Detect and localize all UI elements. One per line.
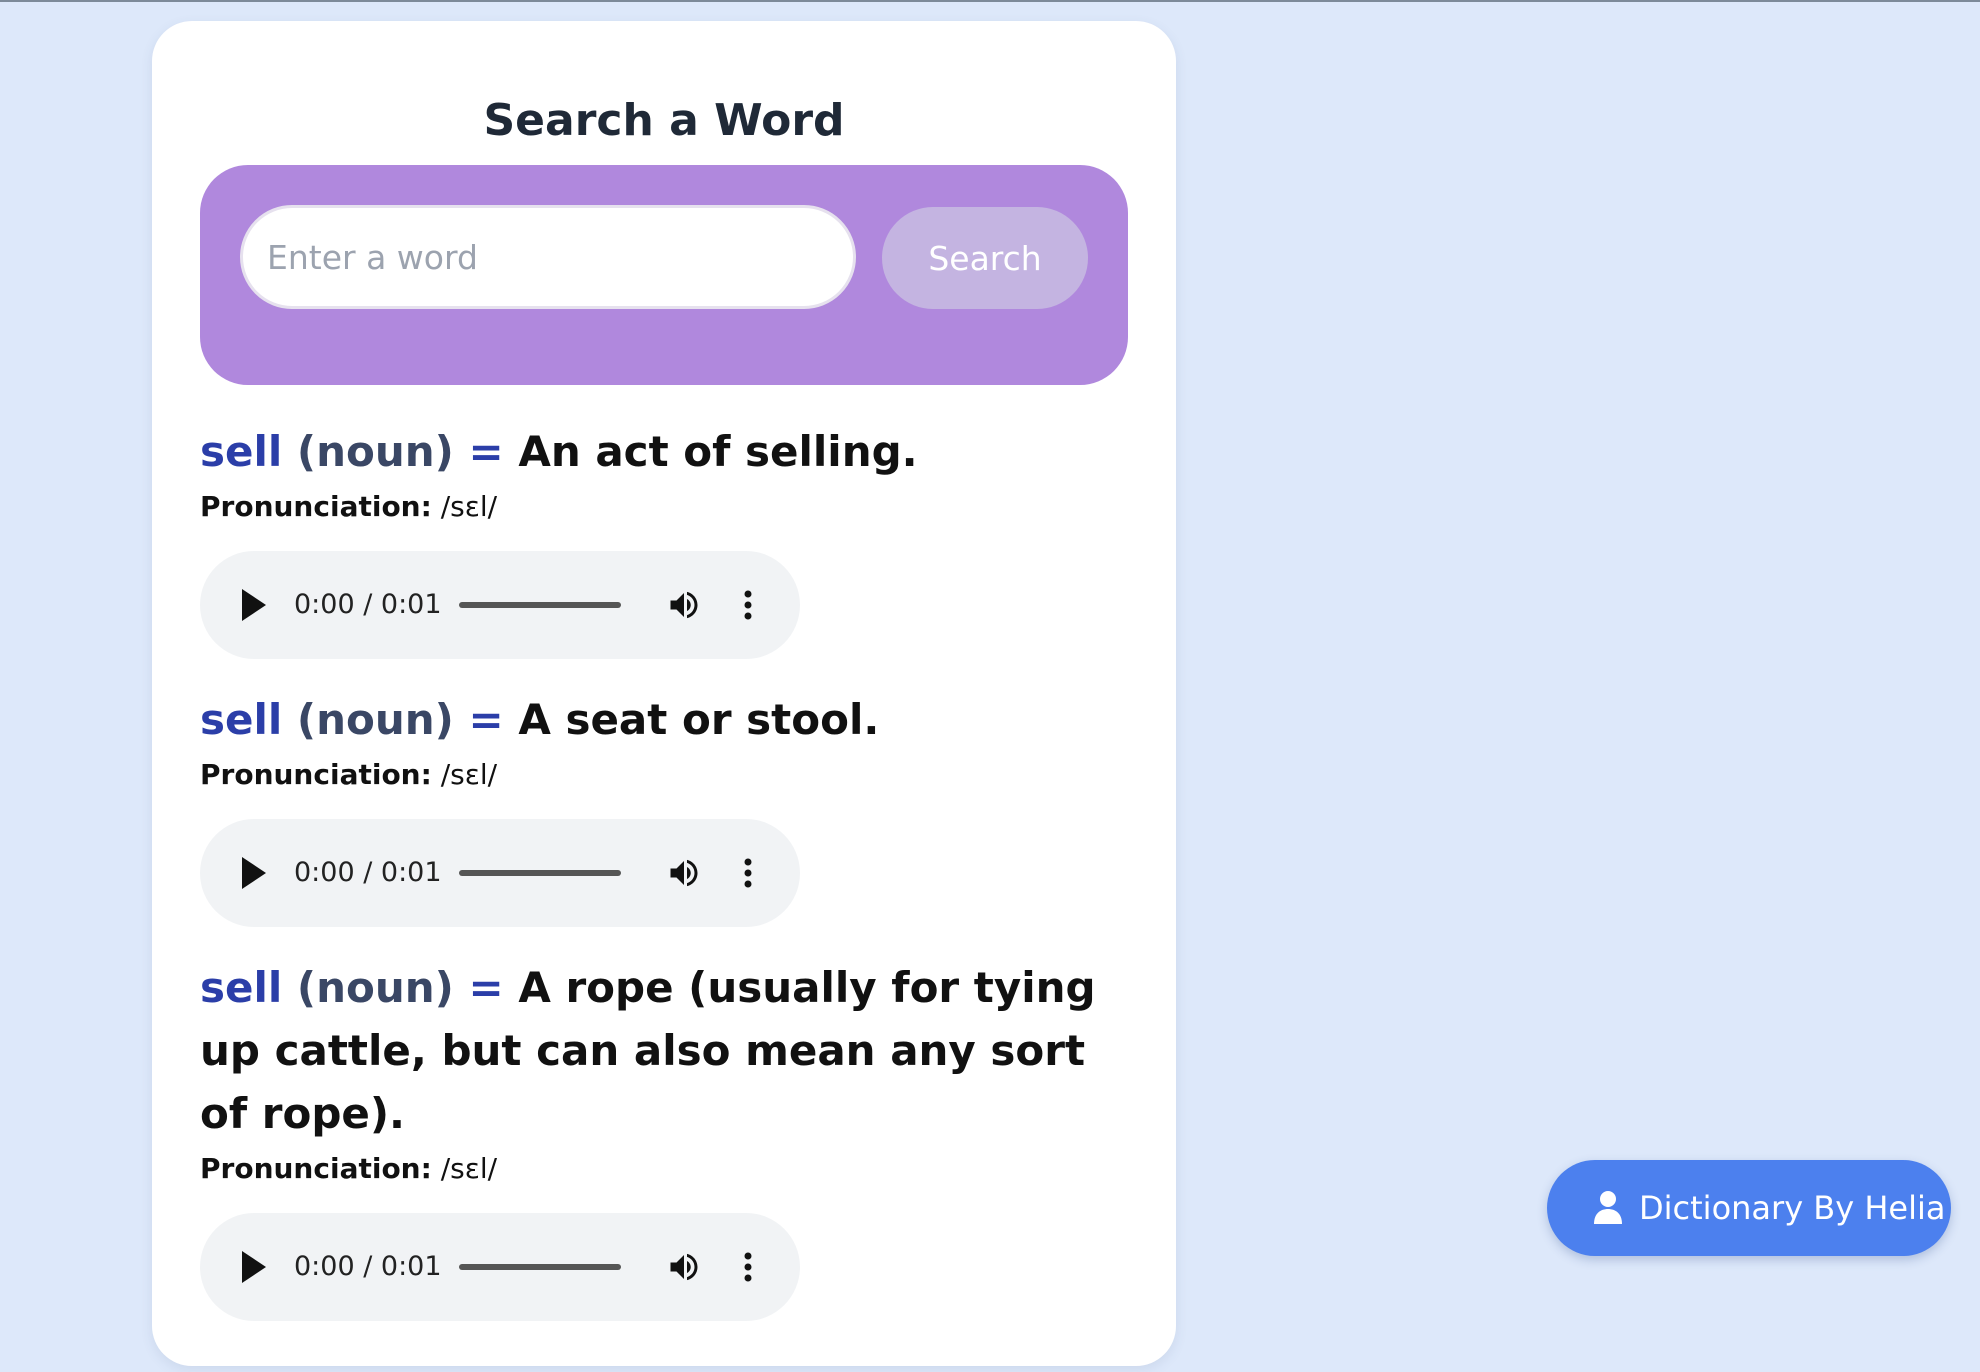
- definition-line: sell (noun) = A seat or stool.: [200, 688, 1100, 751]
- pronunciation-text: /sɛl/: [440, 1152, 498, 1185]
- audio-time: 0:00 / 0:01: [294, 1251, 442, 1282]
- audio-time: 0:00 / 0:01: [294, 857, 442, 888]
- pronunciation-label: Pronunciation:: [200, 1152, 432, 1185]
- badge-label: Dictionary By Helia: [1639, 1189, 1946, 1227]
- search-button[interactable]: Search: [882, 207, 1088, 309]
- result-entry: sell (noun) = A seat or stool. Pronuncia…: [200, 688, 1100, 927]
- pronunciation-label: Pronunciation:: [200, 758, 432, 791]
- result-entry: sell (noun) = A rope (usually for tying …: [200, 956, 1100, 1321]
- audio-progress-slider[interactable]: [459, 870, 621, 876]
- volume-icon[interactable]: [666, 587, 702, 623]
- definition-line: sell (noun) = A rope (usually for tying …: [200, 956, 1100, 1145]
- equals-sign: =: [468, 427, 504, 476]
- pronunciation-text: /sɛl/: [440, 490, 498, 523]
- pronunciation: Pronunciation: /sɛl/: [200, 487, 1100, 527]
- audio-progress-slider[interactable]: [459, 602, 621, 608]
- pronunciation-text: /sɛl/: [440, 758, 498, 791]
- volume-icon[interactable]: [666, 1249, 702, 1285]
- pronunciation-label: Pronunciation:: [200, 490, 432, 523]
- search-input[interactable]: [240, 205, 856, 309]
- result-word: sell: [200, 695, 283, 744]
- definition-text: A seat or stool.: [518, 695, 880, 744]
- audio-player: 0:00 / 0:01: [200, 1213, 800, 1321]
- dictionary-card: Search a Word Search sell (noun) = An ac…: [152, 21, 1176, 1366]
- result-entry: sell (noun) = An act of selling. Pronunc…: [200, 420, 1100, 659]
- play-icon[interactable]: [242, 589, 266, 621]
- audio-player: 0:00 / 0:01: [200, 551, 800, 659]
- equals-sign: =: [468, 963, 504, 1012]
- part-of-speech: (noun): [296, 963, 454, 1012]
- result-word: sell: [200, 427, 283, 476]
- page-title: Search a Word: [483, 95, 845, 146]
- more-vertical-icon[interactable]: [743, 855, 753, 891]
- part-of-speech: (noun): [296, 427, 454, 476]
- volume-icon[interactable]: [666, 855, 702, 891]
- audio-progress-slider[interactable]: [459, 1264, 621, 1270]
- play-icon[interactable]: [242, 1251, 266, 1283]
- pronunciation: Pronunciation: /sɛl/: [200, 755, 1100, 795]
- definition-line: sell (noun) = An act of selling.: [200, 420, 1100, 483]
- audio-player: 0:00 / 0:01: [200, 819, 800, 927]
- more-vertical-icon[interactable]: [743, 1249, 753, 1285]
- equals-sign: =: [468, 695, 504, 744]
- more-vertical-icon[interactable]: [743, 587, 753, 623]
- dictionary-by-helia-button[interactable]: Dictionary By Helia: [1547, 1160, 1951, 1256]
- search-panel: Search: [200, 165, 1128, 385]
- result-word: sell: [200, 963, 283, 1012]
- audio-time: 0:00 / 0:01: [294, 589, 442, 620]
- play-icon[interactable]: [242, 857, 266, 889]
- person-icon: [1593, 1190, 1623, 1224]
- pronunciation: Pronunciation: /sɛl/: [200, 1149, 1100, 1189]
- part-of-speech: (noun): [296, 695, 454, 744]
- definition-text: An act of selling.: [518, 427, 918, 476]
- top-border: [0, 0, 1980, 2]
